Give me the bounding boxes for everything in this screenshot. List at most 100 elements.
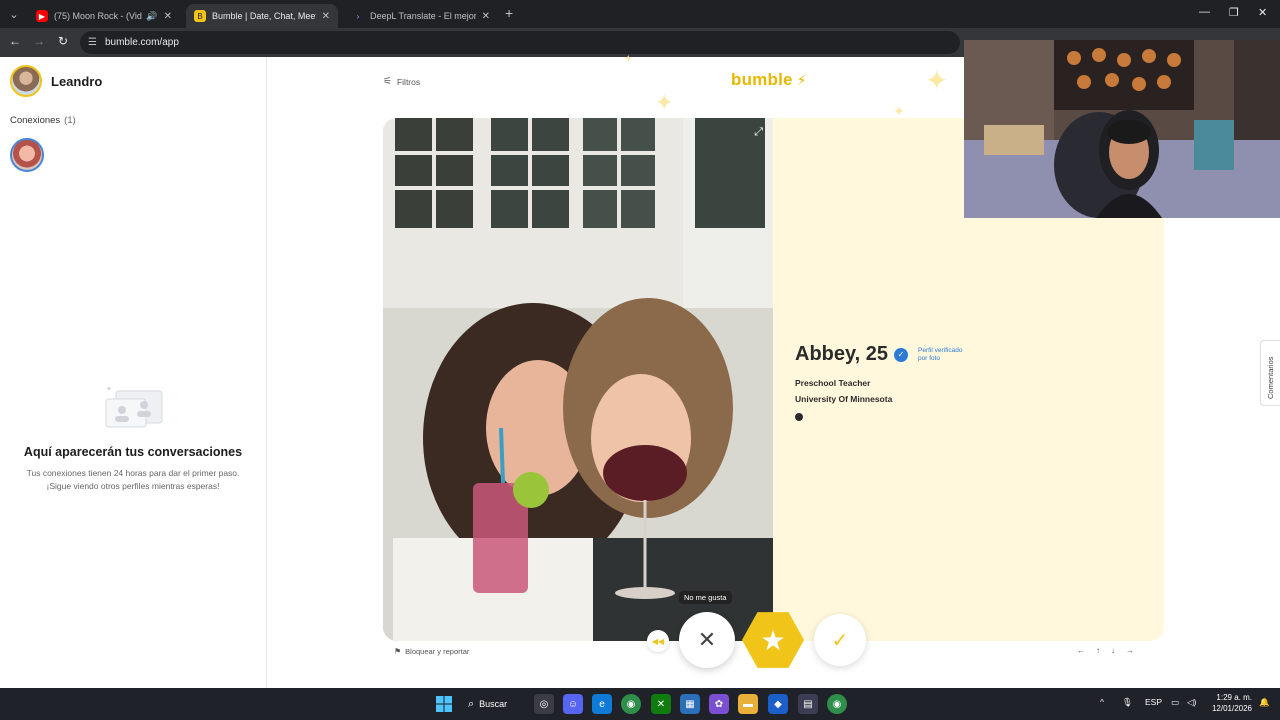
youtube-icon: ▶ [36, 10, 48, 22]
app-icon[interactable]: ▤ [798, 694, 818, 714]
url-field[interactable]: ☰ bumble.com/app [80, 31, 960, 54]
url-text: bumble.com/app [104, 37, 179, 48]
verified-label: Perfil verificado por foto [918, 347, 978, 363]
site-settings-icon[interactable]: ☰ [88, 37, 97, 48]
tab-title: Bumble | Date, Chat, Meet New [212, 11, 316, 21]
windows-logo-icon [436, 696, 452, 712]
filters-button[interactable]: ⚟ Filtros [383, 76, 420, 87]
user-name: Leandro [51, 73, 103, 89]
arrow-left-icon: ← [1077, 646, 1085, 655]
browser-tab-bar: ⌄ ▶ (75) Moon Rock - (Video Of 🔊 ✕ B Bum… [0, 0, 1280, 28]
photos-icon[interactable]: ▦ [680, 694, 700, 714]
connection-avatar[interactable] [10, 138, 44, 172]
tab-deepl[interactable]: › DeepL Translate - El mejor trad ✕ [344, 4, 498, 28]
new-tab-button[interactable]: + [505, 5, 513, 21]
profile-name-row: Abbey, 25 ✓ [795, 343, 908, 366]
profile-name: Abbey, 25 [795, 343, 888, 365]
block-report-link[interactable]: ⚑ Bloquear y reportar [394, 647, 469, 656]
conversations-illustration-icon: ✦ [105, 385, 163, 428]
tab-youtube[interactable]: ▶ (75) Moon Rock - (Video Of 🔊 ✕ [28, 4, 180, 28]
empty-state-subtitle: Tus conexiones tienen 24 horas para dar … [0, 467, 266, 493]
flag-icon: ⚑ [394, 647, 402, 656]
connections-count: (1) [64, 115, 76, 126]
speaker-icon[interactable]: 🔊 [146, 11, 157, 22]
microphone-icon[interactable]: 🎙 [1122, 697, 1133, 708]
copilot-icon[interactable]: ◎ [534, 694, 554, 714]
like-button[interactable]: ✓ [814, 614, 866, 666]
sidebar: Leandro Conexiones (1) ✦ Aquí aparecerán … [0, 57, 267, 688]
deepl-icon: › [356, 11, 360, 21]
dislike-button[interactable]: ✕ [679, 612, 735, 668]
input-language[interactable]: ESP [1145, 697, 1162, 707]
close-icon: ✕ [697, 627, 717, 652]
clock-time: 1:29 a. m. [1216, 693, 1252, 702]
bumble-logo: bumble ⚡ [731, 70, 807, 90]
arrow-right-icon: → [1126, 646, 1134, 655]
rewind-icon: ◀◀ [651, 636, 665, 646]
close-icon[interactable]: ✕ [164, 11, 172, 22]
profile-job: Preschool Teacher [795, 378, 871, 388]
system-clock[interactable]: 1:29 a. m. 12/01/2026 [1202, 692, 1252, 714]
avatar[interactable] [10, 65, 42, 97]
tab-title: DeepL Translate - El mejor trad [370, 11, 476, 21]
connections-label: Conexiones [10, 115, 61, 126]
edge-icon[interactable]: e [592, 694, 612, 714]
profile-photo[interactable]: ⤢ [383, 118, 773, 641]
verified-check-icon: ✓ [894, 347, 908, 362]
xbox-icon[interactable]: ✕ [651, 694, 671, 714]
empty-state-line: Tus conexiones tienen 24 horas para dar … [26, 468, 240, 478]
arrow-up-icon: ↑ [1096, 646, 1100, 655]
forward-button[interactable]: → [31, 34, 47, 48]
close-icon[interactable]: ✕ [322, 11, 330, 22]
tab-search-button[interactable]: ⌄ [4, 4, 24, 24]
taskbar: ⌕ Buscar ◎ ☺ e ◉ ✕ ▦ ✿ ▬ ◆ ▤ ◉ ^ 🎙 ESP ▭… [0, 688, 1280, 720]
taskbar-search[interactable]: ⌕ Buscar [468, 693, 507, 715]
copilot-app-icon[interactable]: ✿ [709, 694, 729, 714]
keyboard-hints: ← ↑ ↓ → [1077, 646, 1134, 655]
search-icon: ⌕ [468, 697, 475, 710]
block-report-label: Bloquear y reportar [405, 647, 470, 656]
expand-icon[interactable]: ⤢ [754, 126, 763, 139]
profile-school: University Of Minnesota [795, 394, 893, 404]
comments-label: Comentarios [1266, 356, 1275, 399]
star-icon: ★ [760, 624, 786, 656]
bumble-icon: B [194, 10, 206, 22]
reload-button[interactable]: ↻ [55, 34, 71, 48]
network-icon[interactable]: ▭ [1171, 697, 1179, 708]
empty-state-line: ¡Sigue viendo otros perfiles mientras es… [46, 481, 220, 491]
checkmark-icon: ✓ [831, 629, 849, 652]
sparkle-icon: ✦ [624, 54, 633, 65]
windows-start-icon[interactable] [434, 694, 454, 714]
verified-line: por foto [918, 355, 941, 362]
sparkle-icon: ✦ [925, 65, 949, 96]
logo-text: bumble [731, 70, 793, 89]
user-profile[interactable]: Leandro [10, 65, 102, 97]
rewind-button[interactable]: ◀◀ [647, 630, 669, 652]
chrome-profile-icon[interactable]: ◉ [827, 694, 847, 714]
comments-tab[interactable]: Comentarios [1260, 340, 1280, 406]
notifications-icon[interactable]: 🔔 [1259, 697, 1270, 708]
webcam-image [964, 40, 1280, 218]
tab-bumble[interactable]: B Bumble | Date, Chat, Meet New ✕ [186, 4, 338, 28]
clock-date: 12/01/2026 [1211, 704, 1252, 713]
minimize-button[interactable]: — [1199, 6, 1210, 18]
close-window-button[interactable]: ✕ [1258, 6, 1267, 19]
tray-overflow-icon[interactable]: ^ [1100, 697, 1104, 707]
filters-label: Filtros [396, 76, 421, 87]
connections-heading: Conexiones (1) [10, 115, 76, 126]
svg-text:✦: ✦ [106, 385, 112, 393]
chrome-icon[interactable]: ◉ [621, 694, 641, 714]
restore-button[interactable]: ❐ [1229, 6, 1239, 19]
back-button[interactable]: ← [7, 34, 23, 48]
bolt-icon: ⚡ [792, 72, 807, 88]
discord-icon[interactable]: ☺ [563, 694, 583, 714]
volume-icon[interactable]: ◁) [1187, 697, 1196, 708]
file-explorer-icon[interactable]: ▬ [738, 694, 758, 714]
arrow-down-icon: ↓ [1111, 646, 1115, 655]
verified-line: Perfil verificado [918, 347, 963, 354]
close-icon[interactable]: ✕ [482, 11, 490, 22]
sparkle-icon: ✦ [655, 90, 674, 115]
badge-icon [795, 413, 803, 421]
app-icon[interactable]: ◆ [768, 694, 788, 714]
tab-title: (75) Moon Rock - (Video Of [54, 11, 142, 21]
